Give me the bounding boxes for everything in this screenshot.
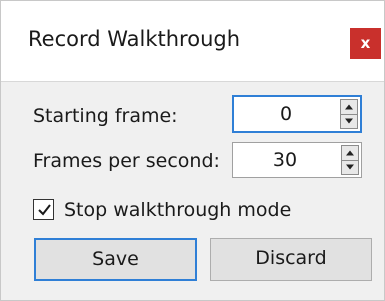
frames-per-second-input[interactable]: 30 [233, 143, 337, 177]
starting-frame-decrement-button[interactable] [340, 114, 358, 129]
frames-per-second-spinbox[interactable]: 30 [232, 142, 362, 178]
checkmark-icon [38, 204, 51, 216]
dialog-title: Record Walkthrough [28, 27, 241, 51]
record-walkthrough-dialog: Record Walkthrough x Starting frame: 0 F… [0, 0, 385, 301]
title-bar[interactable]: Record Walkthrough x [1, 1, 384, 82]
save-button[interactable]: Save [34, 238, 197, 281]
close-icon: x [360, 34, 371, 52]
spin-up-icon [346, 150, 354, 156]
close-button[interactable]: x [350, 28, 381, 59]
frames-per-second-spin-buttons [341, 145, 359, 175]
frames-per-second-label: Frames per second: [33, 150, 220, 172]
starting-frame-spinbox[interactable]: 0 [232, 95, 362, 133]
starting-frame-label: Starting frame: [33, 105, 178, 127]
stop-walkthrough-mode-checkbox[interactable] [33, 199, 54, 220]
stop-walkthrough-mode-label[interactable]: Stop walkthrough mode [64, 198, 291, 222]
spin-up-icon [345, 104, 353, 110]
frames-per-second-increment-button[interactable] [341, 145, 359, 161]
discard-button[interactable]: Discard [210, 238, 372, 281]
spin-down-icon [346, 164, 354, 170]
starting-frame-increment-button[interactable] [340, 99, 358, 115]
spin-down-icon [345, 118, 353, 124]
starting-frame-input[interactable]: 0 [234, 97, 338, 131]
frames-per-second-decrement-button[interactable] [341, 160, 359, 175]
starting-frame-spin-buttons [340, 99, 358, 129]
